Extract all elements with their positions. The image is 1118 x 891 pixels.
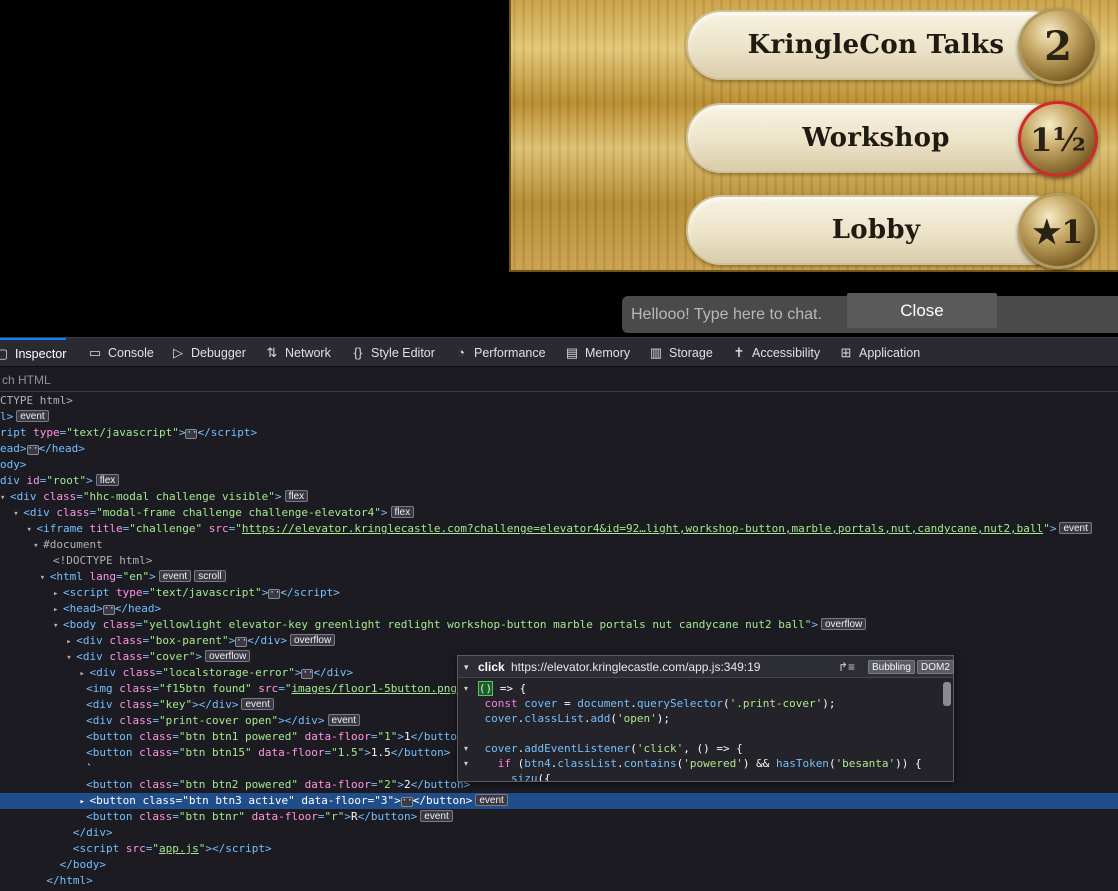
floor-knob: 1½ [1018, 101, 1098, 177]
tree-line[interactable]: <script src="app.js"></script> [0, 841, 1118, 857]
tree-line[interactable]: ▸ <script type="text/javascript">···</scr… [0, 585, 1118, 601]
floor-label: Workshop [802, 123, 950, 153]
tree-line[interactable]: ▾ <iframe title="challenge" src="https://… [0, 521, 1118, 537]
tab-inspector[interactable]: ▢ Inspector [0, 338, 67, 367]
fold-icon[interactable]: ▾ [464, 741, 468, 756]
tree-line[interactable]: </div> [0, 825, 1118, 841]
tab-memory[interactable]: ▤ Memory [564, 338, 630, 367]
devtools-panel: ▢ Inspector ▭ Console ▷ Debugger ⇅ Network {… [0, 337, 1118, 891]
tree-line[interactable]: ript type="text/javascript">···</script> [0, 425, 1118, 441]
memory-icon: ▤ [565, 345, 579, 360]
floor-button-kringlecon-talks[interactable]: KringleCon Talks 2 [686, 8, 1100, 84]
tree-line[interactable]: ▾ <div class="modal-frame challenge chall… [0, 505, 1118, 521]
tab-style-editor[interactable]: {} Style Editor [350, 338, 435, 367]
code-line: ▾ if (btn4.classList.contains('powered')… [464, 756, 922, 771]
event-tooltip: ▾ click https://elevator.kringlecastle.c… [457, 655, 954, 782]
tree-line[interactable]: ▾ <html lang="en"> event scroll [0, 569, 1118, 585]
floor-label: Lobby [831, 215, 921, 245]
code-line: ▾ () => { [464, 681, 527, 696]
performance-icon: ◔ [457, 345, 465, 360]
tree-line[interactable]: </html> [0, 873, 1118, 889]
tree-line[interactable]: ▾ #document [0, 537, 1118, 553]
style-editor-icon: {} [353, 345, 363, 360]
bubbling-badge: Bubbling [868, 660, 915, 674]
tree-line[interactable]: ody> [0, 457, 1118, 473]
tree-line[interactable]: CTYPE html> [0, 393, 1118, 409]
event-source-link[interactable]: https://elevator.kringlecastle.com/app.j… [511, 656, 760, 678]
code-line: ▾ cover.addEventListener('click', () => … [464, 741, 743, 756]
tooltip-scrollbar[interactable] [943, 682, 951, 706]
console-icon: ▭ [88, 345, 102, 360]
floor-button-workshop[interactable]: Workshop 1½ [686, 101, 1100, 177]
debugger-icon: ▷ [173, 345, 183, 360]
devtools-tabbar: ▢ Inspector ▭ Console ▷ Debugger ⇅ Network {… [0, 338, 1118, 367]
debug-icon[interactable]: ↱≡ [838, 656, 855, 678]
tree-line[interactable]: l> event [0, 409, 1118, 425]
tree-line[interactable]: div id="root"> flex [0, 473, 1118, 489]
code-line: cover.classList.add('open'); [484, 712, 670, 725]
code-line: const cover = document.querySelector('.p… [484, 697, 836, 710]
application-icon: ⊞ [840, 345, 852, 360]
tab-console[interactable]: ▭ Console [87, 338, 154, 367]
tab-debugger[interactable]: ▷ Debugger [170, 338, 246, 367]
tree-line[interactable]: ▾ <div class="hhc-modal challenge visible… [0, 489, 1118, 505]
tab-application[interactable]: ⊞ Application [838, 338, 921, 367]
markup-tree: CTYPE html> l> event ript type="text/java… [0, 393, 1118, 891]
floor-knob: ★1 [1018, 193, 1098, 269]
tree-line[interactable]: </body> [0, 857, 1118, 873]
fold-icon[interactable]: ▾ [464, 756, 468, 771]
tree-line[interactable]: ead>···</head> [0, 441, 1118, 457]
game-viewport: KringleCon Talks 2 Workshop 1½ Lobby ★1 … [0, 0, 1118, 337]
tab-network[interactable]: ⇅ Network [264, 338, 331, 367]
network-icon: ⇅ [266, 345, 278, 360]
event-handler-code: ▾ () => { const cover = document.querySe… [458, 679, 953, 781]
floor-button-lobby[interactable]: Lobby ★1 [686, 193, 1100, 269]
fold-icon[interactable]: ▾ [464, 681, 468, 696]
html-search-input[interactable]: ch HTML [0, 368, 1118, 392]
code-line: sizu({ [510, 772, 551, 781]
close-button[interactable]: Close [847, 293, 997, 328]
tab-accessibility[interactable]: ✝ Accessibility [731, 338, 821, 367]
event-tooltip-header: ▾ click https://elevator.kringlecastle.c… [458, 656, 954, 678]
floor-knob: 2 [1018, 8, 1098, 84]
dom2-badge: DOM2 [917, 660, 954, 674]
storage-icon: ▥ [649, 345, 663, 360]
tree-line[interactable]: ▸ <head>···</head> [0, 601, 1118, 617]
tree-line[interactable]: <button class="btn btnr" data-floor="r">… [0, 809, 1118, 825]
tab-performance[interactable]: ◔ Performance [453, 338, 546, 367]
accessibility-icon: ✝ [733, 345, 745, 360]
floor-label: KringleCon Talks [747, 30, 1005, 60]
tab-storage[interactable]: ▥ Storage [648, 338, 713, 367]
inspector-icon: ▢ [0, 346, 9, 361]
collapse-icon[interactable]: ▾ [464, 656, 469, 678]
tree-line-selected[interactable]: ▸ <button class="btn btn3 active" data-fl… [0, 793, 1118, 809]
tree-line[interactable]: ▾ <body class="yellowlight elevator-key g… [0, 617, 1118, 633]
tree-line[interactable]: <!DOCTYPE html> [0, 553, 1118, 569]
tree-line[interactable]: ▸ <div class="box-parent">···</div> overfl… [0, 633, 1118, 649]
